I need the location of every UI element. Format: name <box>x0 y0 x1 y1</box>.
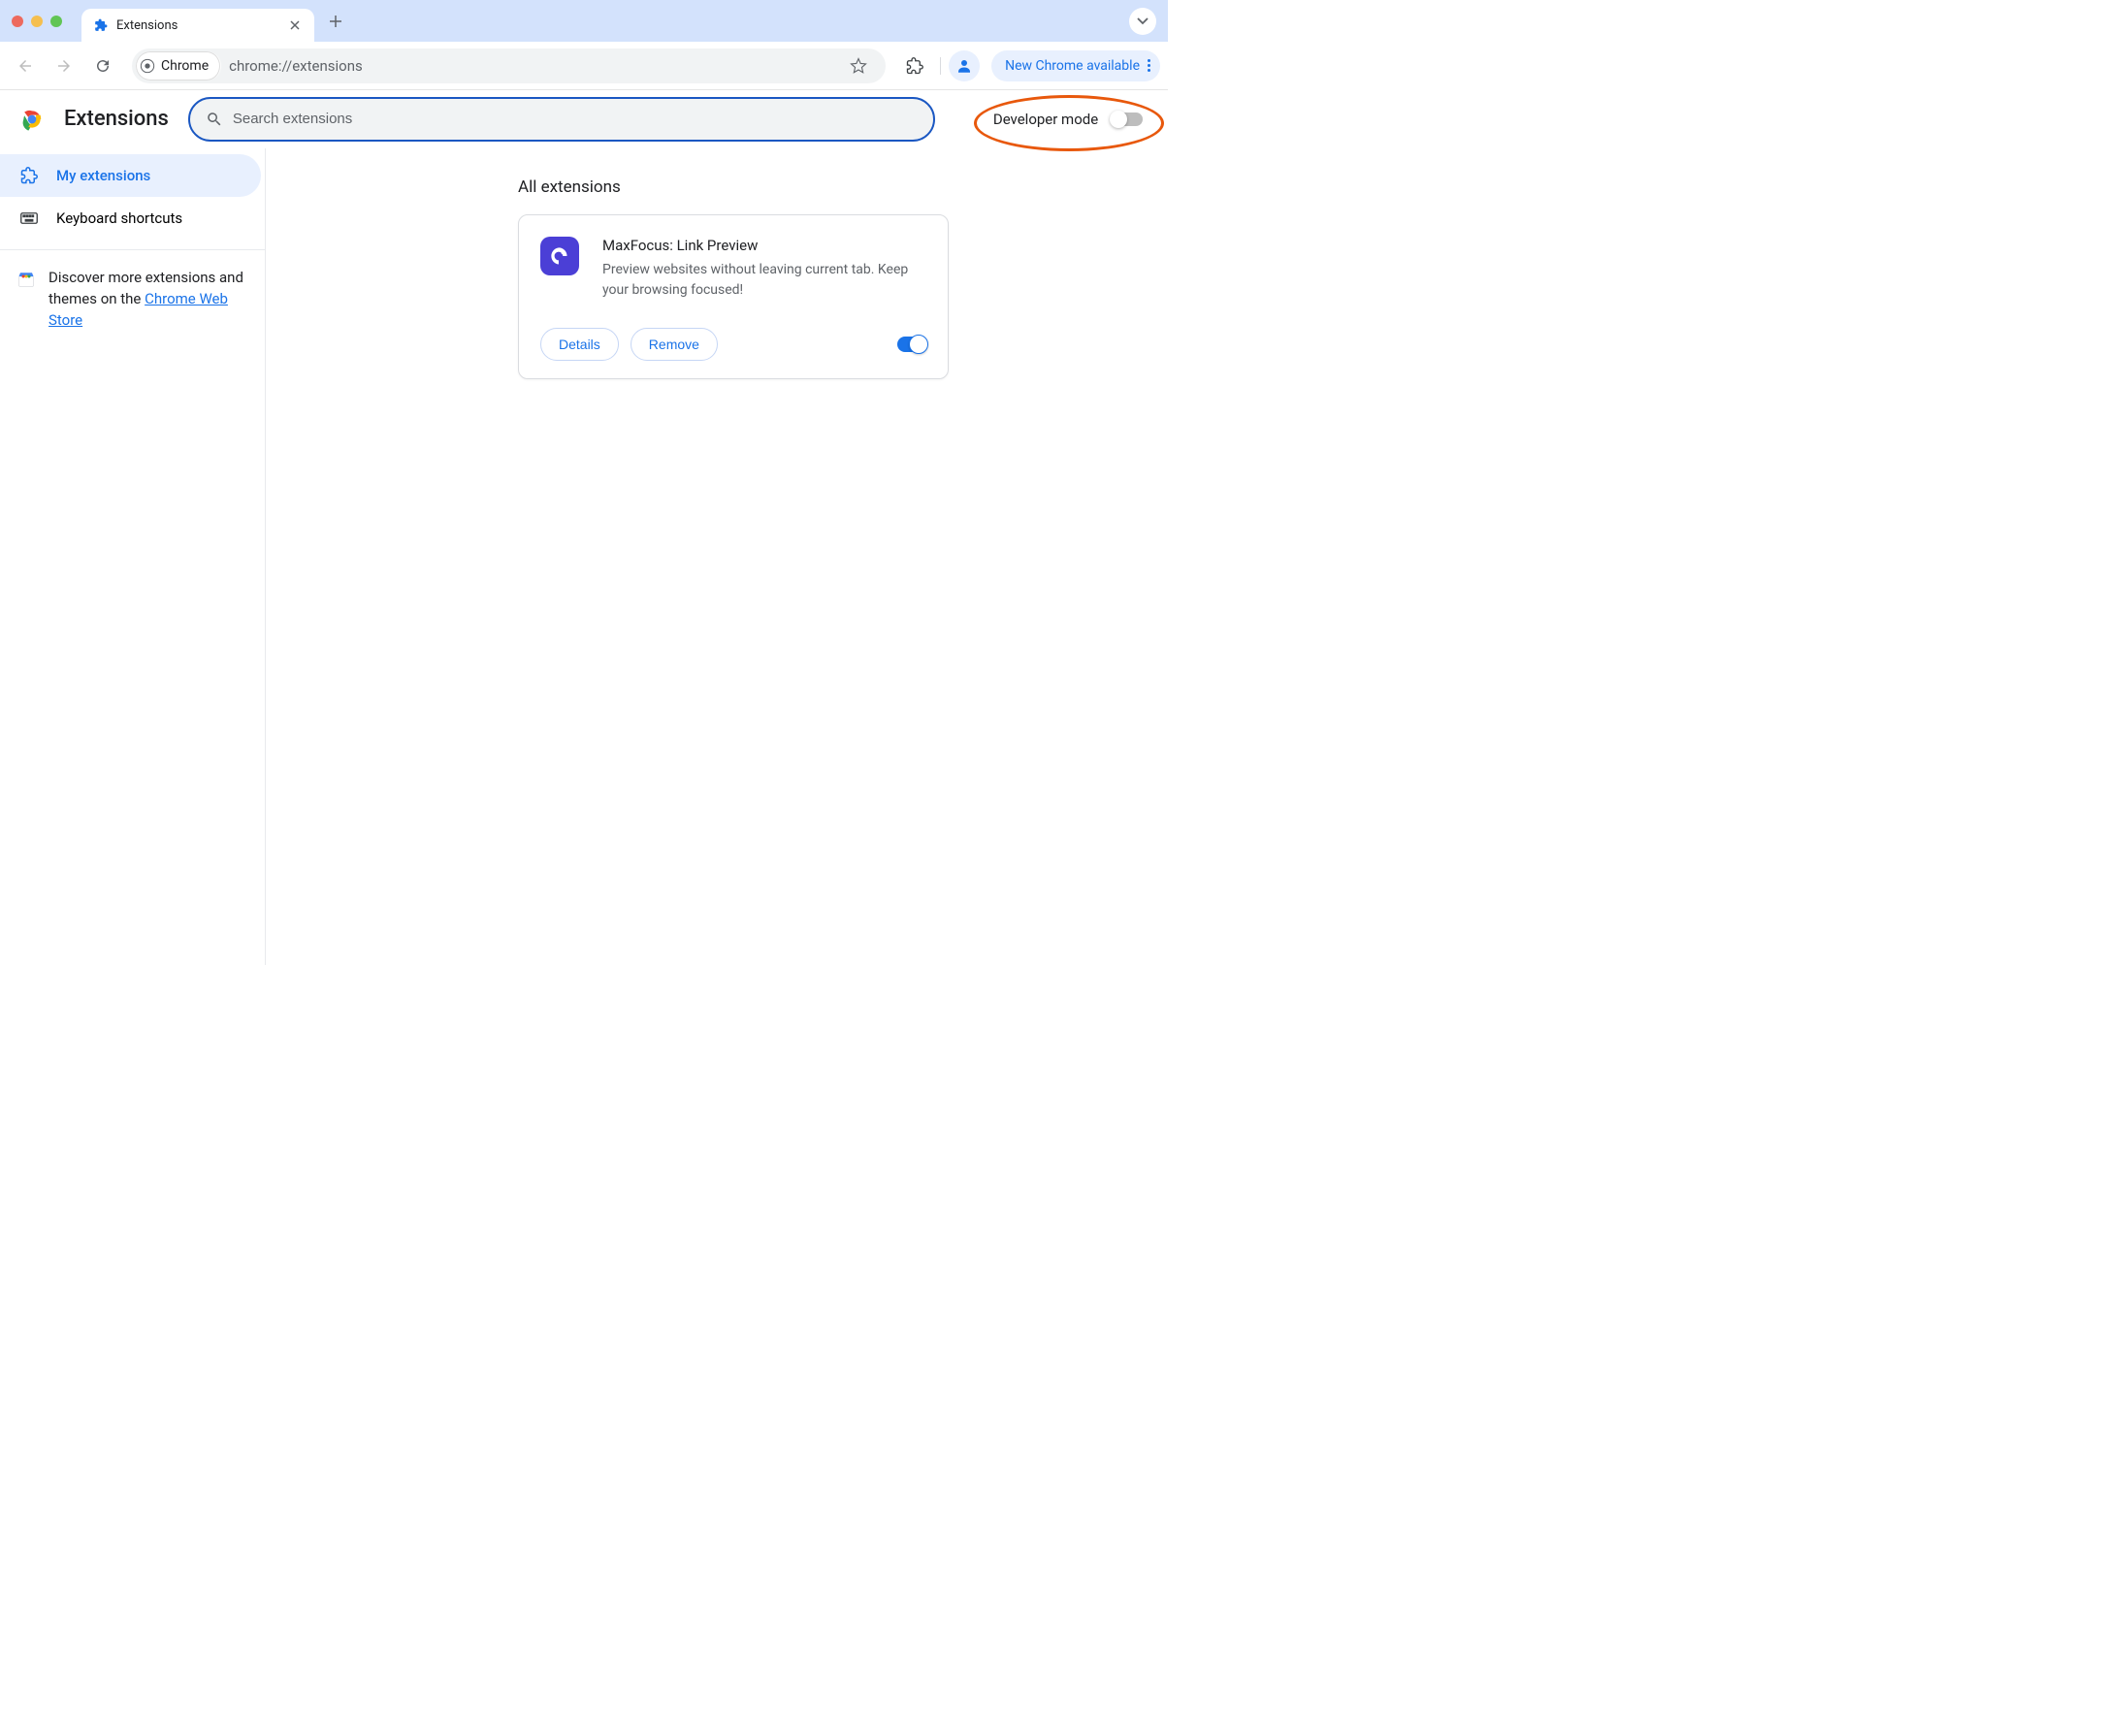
window-minimize-button[interactable] <box>31 16 43 27</box>
extension-app-icon <box>540 237 579 275</box>
reload-button[interactable] <box>85 48 120 83</box>
extension-enable-toggle[interactable] <box>897 337 926 352</box>
address-bar[interactable]: Chrome chrome://extensions <box>132 48 886 83</box>
sidebar: My extensions Keyboard shortcuts Discove… <box>0 148 266 965</box>
profile-button[interactable] <box>949 50 980 81</box>
window-titlebar: Extensions <box>0 0 1168 42</box>
extension-card: MaxFocus: Link Preview Preview websites … <box>518 214 949 379</box>
window-close-button[interactable] <box>12 16 23 27</box>
sidebar-item-my-extensions[interactable]: My extensions <box>0 154 261 197</box>
bookmark-star-button[interactable] <box>845 52 872 80</box>
tab-title: Extensions <box>116 18 287 33</box>
url-text: chrome://extensions <box>229 57 845 75</box>
search-input[interactable] <box>233 111 918 127</box>
main-content: All extensions MaxFocus: Link Preview Pr… <box>266 148 1168 965</box>
chrome-icon <box>140 58 155 74</box>
browser-toolbar: Chrome chrome://extensions New Chrome av… <box>0 42 1168 90</box>
window-maximize-button[interactable] <box>50 16 62 27</box>
extensions-toolbar-button[interactable] <box>897 48 932 83</box>
new-tab-button[interactable] <box>322 8 349 35</box>
back-button[interactable] <box>8 48 43 83</box>
sidebar-item-keyboard-shortcuts[interactable]: Keyboard shortcuts <box>0 197 261 240</box>
sidebar-discover-section: Discover more extensions and themes on t… <box>0 249 265 348</box>
update-label: New Chrome available <box>1005 58 1140 74</box>
developer-mode-section: Developer mode <box>978 105 1143 134</box>
window-traffic-lights <box>12 16 62 27</box>
chrome-logo-icon <box>19 107 45 132</box>
site-chip[interactable]: Chrome <box>136 51 221 80</box>
developer-mode-label: Developer mode <box>993 111 1098 128</box>
developer-mode-toggle[interactable] <box>1112 113 1143 126</box>
toggle-knob <box>909 335 928 354</box>
sidebar-item-label: Keyboard shortcuts <box>56 209 182 227</box>
search-extensions-box[interactable] <box>188 97 935 142</box>
chrome-update-button[interactable]: New Chrome available <box>991 50 1160 81</box>
section-title: All extensions <box>518 177 1129 197</box>
toolbar-divider <box>940 57 941 75</box>
discover-text: Discover more extensions and themes on t… <box>49 268 249 331</box>
extensions-page-header: Extensions Developer mode <box>0 90 1168 148</box>
remove-button[interactable]: Remove <box>631 328 718 361</box>
web-store-icon <box>17 271 35 288</box>
sidebar-item-label: My extensions <box>56 167 150 184</box>
site-chip-label: Chrome <box>161 58 209 74</box>
search-icon <box>206 111 223 128</box>
browser-tab[interactable]: Extensions <box>81 9 314 42</box>
details-button[interactable]: Details <box>540 328 619 361</box>
tabs-dropdown-button[interactable] <box>1129 8 1156 35</box>
puzzle-icon <box>19 167 39 184</box>
forward-button[interactable] <box>47 48 81 83</box>
extension-description: Preview websites without leaving current… <box>602 260 926 301</box>
kebab-icon <box>1148 59 1150 72</box>
puzzle-icon <box>93 17 109 33</box>
page-title: Extensions <box>64 107 169 131</box>
keyboard-icon <box>19 211 39 225</box>
extension-name: MaxFocus: Link Preview <box>602 237 926 254</box>
toggle-knob <box>1110 111 1127 128</box>
tab-close-button[interactable] <box>287 17 303 33</box>
page-body: My extensions Keyboard shortcuts Discove… <box>0 148 1168 965</box>
